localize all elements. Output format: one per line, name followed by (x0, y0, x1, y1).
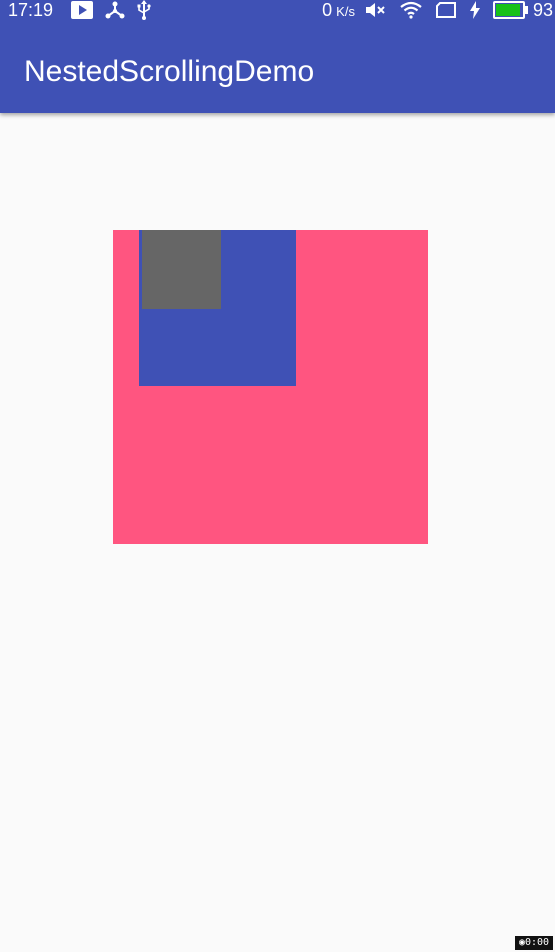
wifi-icon (399, 1, 423, 19)
sim-card-icon (435, 1, 457, 19)
charging-bolt-icon (469, 1, 481, 19)
nested-scrolling-parent[interactable] (113, 230, 428, 544)
nested-scrolling-grandchild[interactable] (142, 230, 221, 309)
network-speed-value: 0 (322, 0, 333, 20)
nested-scrolling-child[interactable] (139, 230, 296, 386)
network-speed-unit: K/s (336, 3, 355, 19)
network-speed: 0 K/s (322, 0, 355, 21)
screen-recorder-label: 0:00 (524, 937, 550, 948)
status-bar-left: 17:19 (8, 0, 163, 20)
play-store-icon (71, 1, 94, 19)
status-bar-right: 0 K/s 93 (322, 0, 555, 20)
status-bar: 17:19 0 K/s 93 (0, 0, 555, 28)
content-area (0, 113, 555, 952)
battery-fill (495, 4, 520, 16)
battery-percent: 93 (532, 0, 553, 20)
status-time: 17:19 (8, 0, 54, 20)
network-share-icon (105, 1, 125, 19)
usb-icon (137, 0, 151, 20)
app-title: NestedScrollingDemo (24, 55, 315, 88)
screen-recorder-badge: ◉0:00 (515, 936, 553, 950)
battery-icon (492, 1, 528, 19)
app-bar: 17:19 0 K/s 93 NestedScrollingDemo (0, 0, 555, 113)
mute-icon (365, 1, 387, 19)
